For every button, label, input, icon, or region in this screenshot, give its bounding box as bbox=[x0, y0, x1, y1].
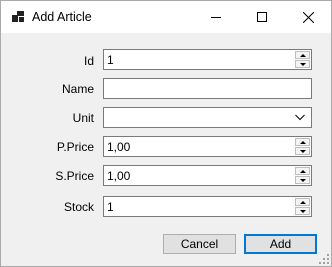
pprice-spin-up-button[interactable] bbox=[295, 138, 310, 146]
window-title: Add Article bbox=[32, 10, 92, 24]
dialog-window: Add Article Id 1 Name Unit P.Price 1,00 … bbox=[0, 0, 332, 267]
id-input[interactable]: 1 bbox=[103, 49, 312, 70]
id-spin-up-button[interactable] bbox=[295, 51, 310, 59]
id-label: Id bbox=[83, 54, 94, 68]
sprice-input[interactable]: 1,00 bbox=[103, 165, 312, 186]
stock-spin-up-button[interactable] bbox=[295, 198, 310, 206]
id-spinner[interactable] bbox=[295, 51, 310, 68]
maximize-icon bbox=[257, 12, 267, 22]
sprice-label: S.Price bbox=[55, 169, 94, 183]
chevron-down-icon bbox=[299, 149, 306, 153]
app-icon bbox=[11, 10, 25, 24]
pprice-spin-down-button[interactable] bbox=[295, 147, 310, 155]
close-button[interactable] bbox=[285, 1, 331, 33]
chevron-down-icon bbox=[299, 178, 306, 182]
id-value: 1 bbox=[107, 53, 114, 67]
minimize-icon bbox=[211, 17, 221, 18]
chevron-up-icon bbox=[299, 53, 306, 57]
stock-label: Stock bbox=[63, 200, 94, 214]
chevron-up-icon bbox=[299, 200, 306, 204]
stock-value: 1 bbox=[107, 200, 114, 214]
pprice-label: P.Price bbox=[56, 140, 94, 154]
sprice-spin-up-button[interactable] bbox=[295, 167, 310, 175]
sprice-value: 1,00 bbox=[107, 169, 131, 183]
maximize-button[interactable] bbox=[239, 1, 285, 33]
cancel-button[interactable]: Cancel bbox=[163, 234, 236, 254]
unit-label: Unit bbox=[72, 111, 94, 125]
chevron-up-icon bbox=[299, 169, 306, 173]
unit-dropdown[interactable] bbox=[103, 107, 312, 128]
close-icon bbox=[302, 11, 314, 23]
stock-input[interactable]: 1 bbox=[103, 196, 312, 217]
stock-spinner[interactable] bbox=[295, 198, 310, 215]
chevron-up-icon bbox=[299, 140, 306, 144]
stock-spin-down-button[interactable] bbox=[295, 207, 310, 215]
resize-grip[interactable] bbox=[319, 254, 329, 264]
name-input[interactable] bbox=[103, 78, 312, 99]
chevron-down-icon bbox=[299, 62, 306, 66]
id-spin-down-button[interactable] bbox=[295, 60, 310, 68]
title-bar[interactable]: Add Article bbox=[1, 1, 331, 33]
sprice-spinner[interactable] bbox=[295, 167, 310, 184]
sprice-spin-down-button[interactable] bbox=[295, 176, 310, 184]
minimize-button[interactable] bbox=[193, 1, 239, 33]
chevron-down-icon[interactable] bbox=[295, 112, 305, 122]
name-label: Name bbox=[61, 82, 94, 96]
pprice-input[interactable]: 1,00 bbox=[103, 136, 312, 157]
add-button[interactable]: Add bbox=[244, 234, 317, 254]
chevron-down-icon bbox=[299, 209, 306, 213]
pprice-value: 1,00 bbox=[107, 140, 131, 154]
pprice-spinner[interactable] bbox=[295, 138, 310, 155]
